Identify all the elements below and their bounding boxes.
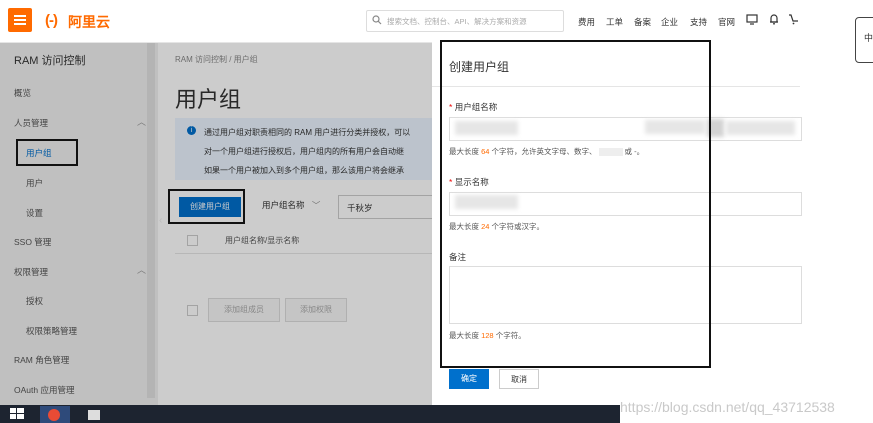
search-icon: [372, 15, 382, 25]
nav-tickets[interactable]: 工单: [606, 16, 623, 28]
taskbar-app-button[interactable]: [80, 406, 110, 423]
nav-support[interactable]: 支持: [690, 16, 707, 28]
logo-mark[interactable]: (-): [45, 12, 58, 29]
nav-fees[interactable]: 费用: [578, 16, 595, 28]
logo-text[interactable]: 阿里云: [68, 12, 110, 32]
redacted-value: [726, 121, 795, 135]
search-placeholder: 搜索文档、控制台、API、解决方案和资源: [387, 17, 527, 26]
language-tab[interactable]: 中: [855, 17, 873, 63]
search-input[interactable]: 搜索文档、控制台、API、解决方案和资源: [366, 10, 564, 32]
nav-filing[interactable]: 备案: [634, 16, 651, 28]
bell-icon[interactable]: [768, 13, 780, 25]
chrome-icon: [48, 409, 60, 421]
cart-icon[interactable]: [789, 13, 799, 25]
taskbar-app-button[interactable]: [40, 406, 70, 423]
nav-official-site[interactable]: 官网: [718, 16, 735, 28]
cancel-button[interactable]: 取消: [499, 369, 539, 389]
annotation-box-drawer: [440, 40, 711, 368]
confirm-button[interactable]: 确定: [449, 369, 489, 389]
windows-start-icon[interactable]: [10, 408, 24, 420]
nav-enterprise[interactable]: 企业: [661, 16, 678, 28]
screen-icon[interactable]: [746, 13, 758, 25]
annotation-box-sidebar: [16, 139, 78, 166]
window-icon: [88, 410, 100, 420]
annotation-box-create-button: [168, 189, 245, 224]
watermark-url: https://blog.csdn.net/qq_43712538: [620, 399, 835, 415]
hamburger-menu-icon[interactable]: [8, 8, 32, 32]
